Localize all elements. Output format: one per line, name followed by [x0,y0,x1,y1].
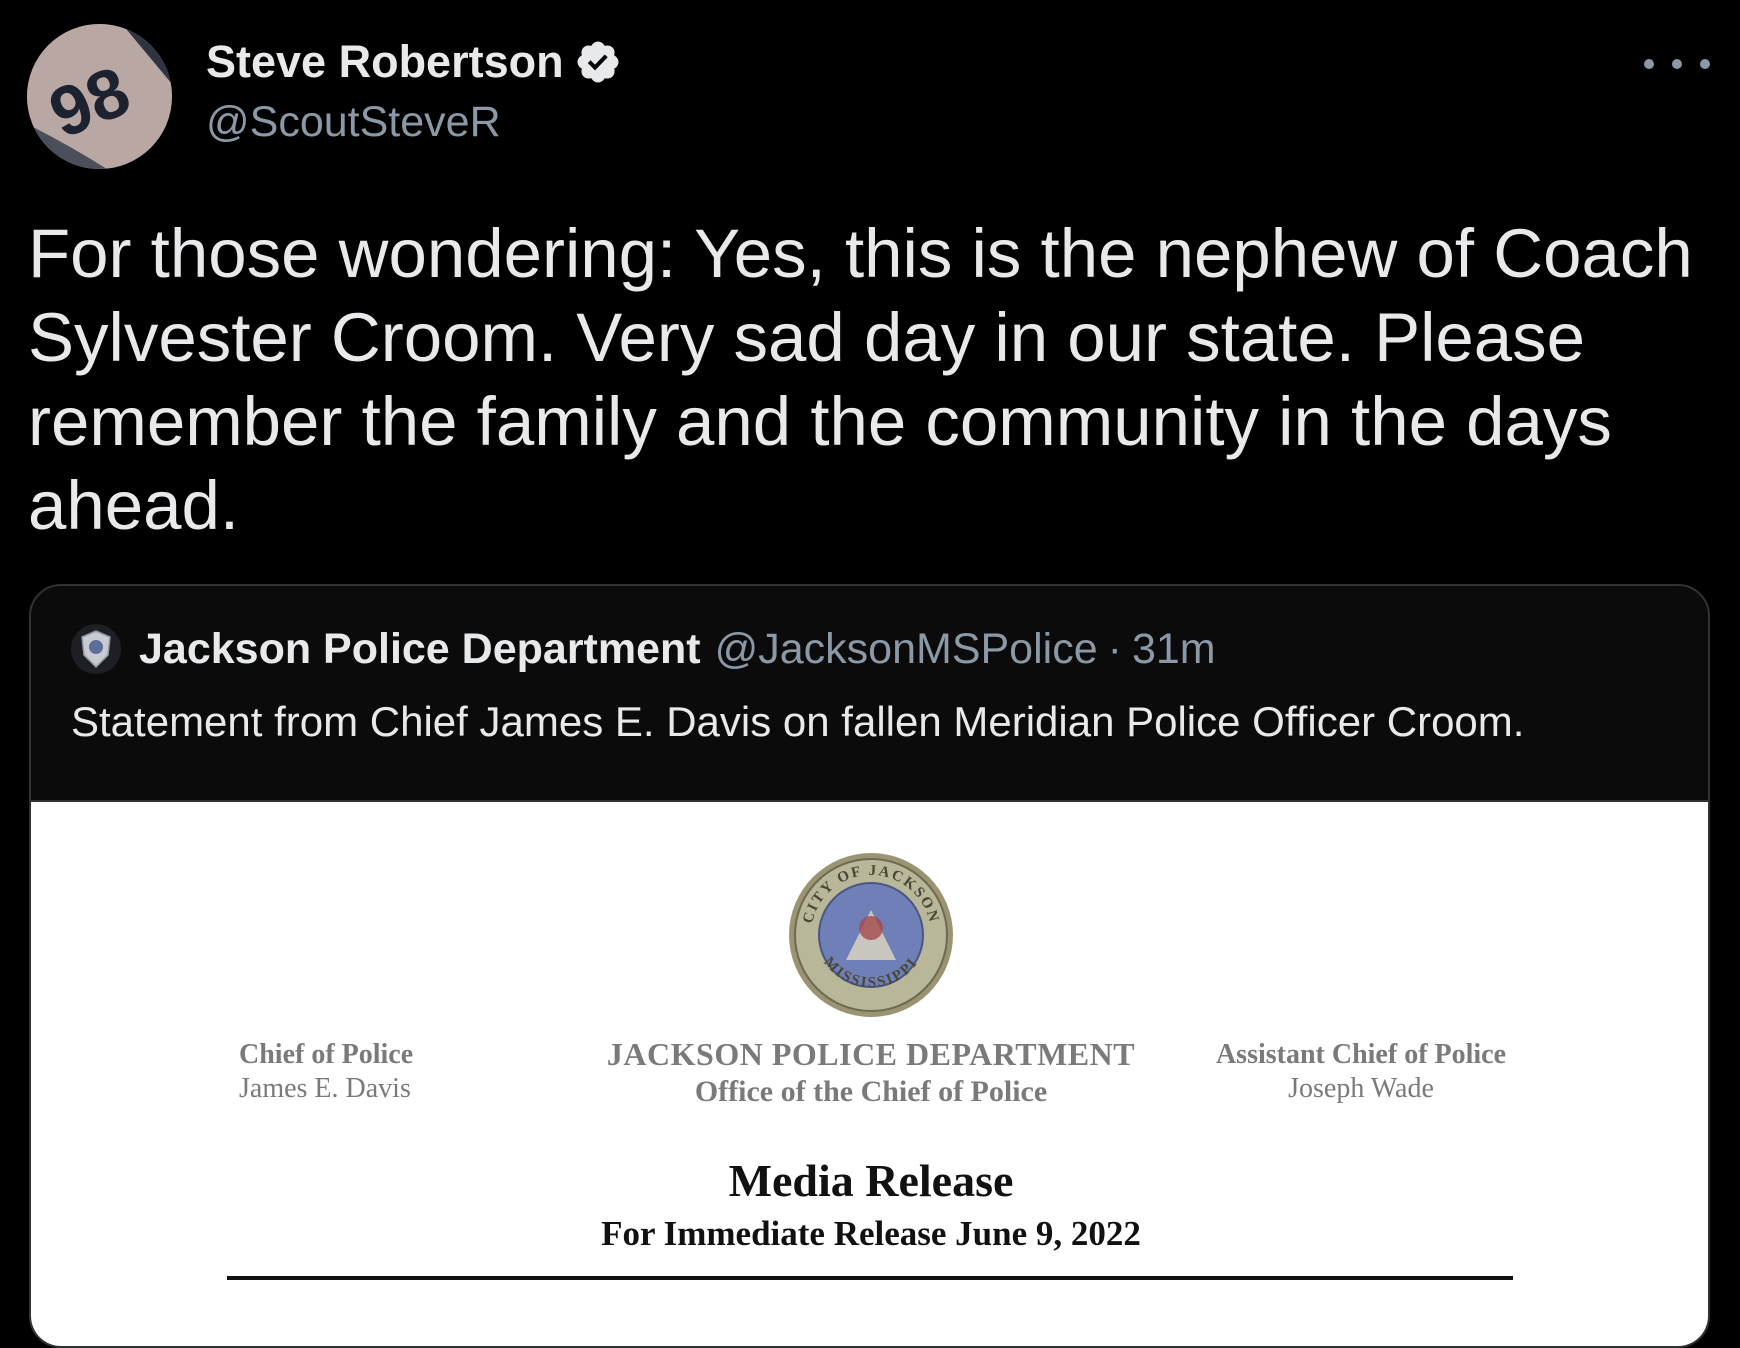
doc-subheading: For Immediate Release June 9, 2022 [601,1214,1141,1253]
doc-office-name: Office of the Chief of Police [694,1075,1048,1108]
avatar-image: 98 [27,24,172,169]
doc-chief-name: James E. Davis [239,1073,411,1104]
doc-heading: Media Release [728,1155,1014,1206]
quoted-author-handle[interactable]: @JacksonMSPolice [715,625,1098,674]
doc-chief-block: Chief of Police James E. Davis [239,1038,413,1106]
dot [1644,59,1654,69]
verified-badge-icon [577,41,619,83]
quoted-tweet-text: Statement from Chief James E. Davis on f… [71,698,1525,745]
doc-chief-title: Chief of Police [239,1039,414,1070]
doc-department-block: JACKSON POLICE DEPARTMENT Office of the … [551,1036,1191,1109]
more-options-icon[interactable] [1644,44,1710,84]
doc-department-name: JACKSON POLICE DEPARTMENT [606,1036,1136,1072]
doc-divider [227,1276,1513,1280]
doc-assistant-block: Assistant Chief of Police Joseph Wade [1211,1038,1511,1106]
author-name-link[interactable]: Steve Robertson [206,36,622,88]
quoted-timestamp[interactable]: 31m [1132,625,1216,674]
doc-assistant-name: Joseph Wade [1288,1073,1434,1104]
police-badge-icon [81,630,111,669]
tweet: 98 Steve Robertson @ScoutSteveR For thos… [0,0,1740,1348]
quoted-media-image[interactable]: CITY OF JACKSON MISSISSIPPI Chief of Pol… [31,800,1708,1346]
quoted-author-avatar[interactable] [71,624,121,674]
doc-assistant-title: Assistant Chief of Police [1215,1039,1507,1070]
city-seal-icon: CITY OF JACKSON MISSISSIPPI [789,853,953,1017]
dot [1700,59,1710,69]
dot [1672,59,1682,69]
quoted-tweet[interactable]: Jackson Police Department @JacksonMSPoli… [29,584,1710,1348]
author-name: Steve Robertson [206,36,564,87]
quoted-author-name[interactable]: Jackson Police Department [139,625,701,674]
separator-dot: · [1107,624,1122,673]
tweet-text: For those wondering: Yes, this is the ne… [28,215,1693,544]
quoted-tweet-header: Jackson Police Department @JacksonMSPoli… [71,624,1216,674]
author-avatar[interactable]: 98 [27,24,172,169]
author-handle[interactable]: @ScoutSteveR [206,98,501,147]
